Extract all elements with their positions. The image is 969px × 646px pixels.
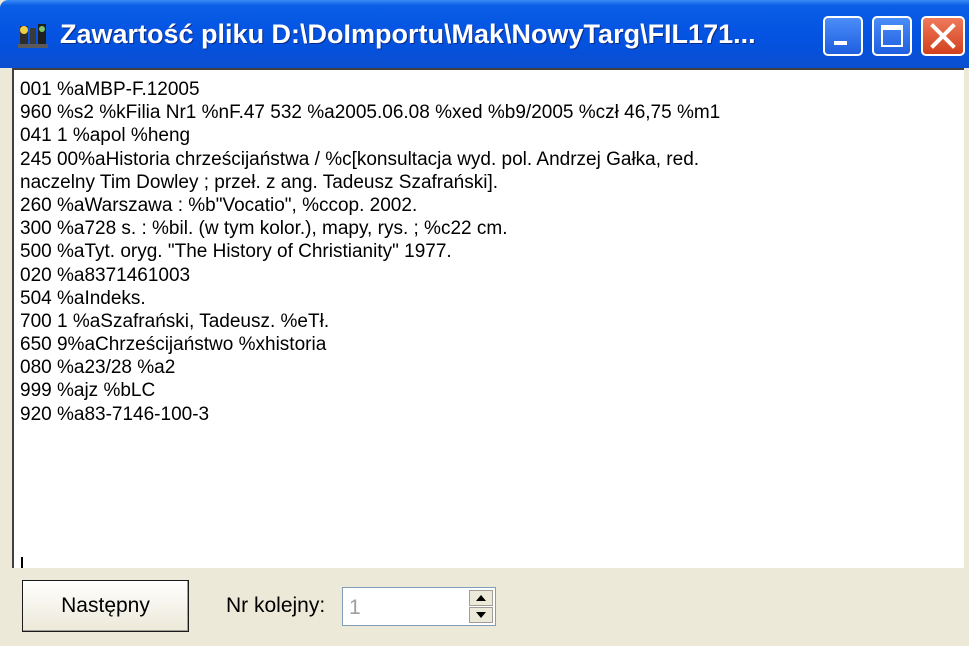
content-line: 700 1 %aSzafrański, Tadeusz. %eTł. <box>20 310 330 332</box>
spin-down-icon <box>476 612 486 618</box>
spinner-buttons <box>469 590 493 623</box>
text-caret <box>21 557 23 568</box>
file-content-lines: 001 %aMBP-F.12005 960 %s2 %kFilia Nr1 %nF… <box>20 78 964 426</box>
minimize-button[interactable] <box>823 16 863 56</box>
content-line: 504 %aIndeks. <box>20 287 146 309</box>
content-line: 001 %aMBP-F.12005 <box>20 79 200 100</box>
content-line: 500 %aTyt. oryg. "The History of Christi… <box>20 241 452 263</box>
minimize-icon <box>834 41 847 45</box>
record-number-spinner[interactable] <box>342 587 496 626</box>
maximize-button[interactable] <box>872 16 912 56</box>
maximize-icon <box>881 25 903 47</box>
app-icon <box>18 24 48 48</box>
content-line: 960 %s2 %kFilia Nr1 %nF.47 532 %a2005.06… <box>20 102 721 124</box>
spin-down-button[interactable] <box>469 607 493 623</box>
content-line: 041 1 %apol %heng <box>20 125 191 147</box>
close-icon <box>930 23 956 49</box>
file-content-textarea[interactable]: 001 %aMBP-F.12005 960 %s2 %kFilia Nr1 %nF… <box>12 68 964 568</box>
content-line: 080 %a23/28 %a2 <box>20 357 176 379</box>
close-button[interactable] <box>921 16 965 56</box>
spin-up-button[interactable] <box>469 590 493 606</box>
title-bar[interactable]: Zawartość pliku D:\DoImportu\Mak\NowyTar… <box>0 0 969 68</box>
content-line: 920 %a83-7146-100-3 <box>20 403 210 425</box>
window: Zawartość pliku D:\DoImportu\Mak\NowyTar… <box>0 0 969 646</box>
content-line: naczelny Tim Dowley ; przeł. z ang. Tade… <box>20 171 499 193</box>
content-line: 020 %a8371461003 <box>20 264 191 286</box>
next-button[interactable]: Następny <box>22 580 189 632</box>
content-line: 245 00%aHistoria chrześcijaństwa / %c[ko… <box>20 148 700 170</box>
record-number-input[interactable] <box>347 590 461 625</box>
content-line: 650 9%aChrześcijaństwo %xhistoria <box>20 334 327 356</box>
record-number-label: Nr kolejny: <box>226 594 326 617</box>
content-line: 999 %ajz %bLC <box>20 380 156 402</box>
spin-up-icon <box>476 595 486 601</box>
content-line: 260 %aWarszawa : %b"Vocatio", %ccop. 200… <box>20 194 418 216</box>
content-line: 300 %a728 s. : %bil. (w tym kolor.), map… <box>20 218 508 240</box>
window-title: Zawartość pliku D:\DoImportu\Mak\NowyTar… <box>60 19 756 49</box>
